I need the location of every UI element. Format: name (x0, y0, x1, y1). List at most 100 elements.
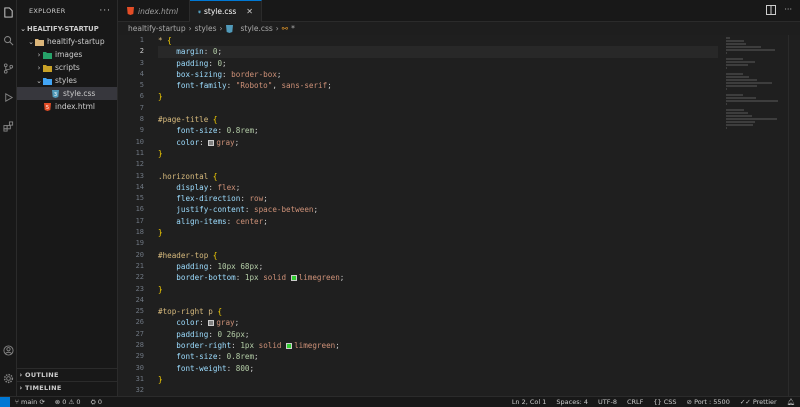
activity-bar (0, 0, 17, 396)
code-line[interactable]: } (158, 91, 718, 102)
problems-indicator[interactable]: ⊗ 0 ⚠ 0 (50, 398, 86, 406)
prettier-status[interactable]: ✓✓ Prettier (735, 398, 782, 406)
breadcrumb-folder[interactable]: styles (195, 24, 217, 33)
encoding[interactable]: UTF-8 (593, 398, 622, 406)
color-swatch[interactable] (208, 139, 215, 146)
code-line[interactable] (158, 159, 718, 170)
tree-item-style-css[interactable]: 3 style.css (17, 87, 117, 100)
minimap[interactable] (726, 37, 786, 129)
code-line[interactable]: padding: 0; (158, 58, 718, 69)
breadcrumb-symbol[interactable]: * (291, 24, 295, 33)
code-line[interactable]: * { (158, 35, 718, 46)
code-line[interactable]: padding: 10px 68px; (158, 261, 718, 272)
code-line[interactable]: #header-top { (158, 250, 718, 261)
extensions-icon[interactable] (2, 120, 15, 133)
tree-item-healtify-startup[interactable]: ⌄ healtify-startup (17, 35, 117, 48)
split-editor-icon[interactable] (766, 5, 777, 15)
code-line[interactable] (158, 103, 718, 114)
code-line[interactable]: padding: 0 26px; (158, 329, 718, 340)
tree-item-scripts[interactable]: › scripts (17, 61, 117, 74)
code-line[interactable]: .horizontal { (158, 171, 718, 182)
code-line[interactable] (158, 295, 718, 306)
code-token: 0.8rem (226, 126, 255, 136)
code-line[interactable]: box-sizing: border-box; (158, 69, 718, 80)
remote-indicator[interactable] (0, 396, 10, 407)
line-number: 29 (135, 352, 144, 361)
color-swatch[interactable] (286, 343, 293, 350)
tab-style-css[interactable]: style.css ✕ (190, 0, 262, 22)
code-token: } (158, 92, 163, 102)
notifications-bell-icon[interactable]: 🔔︎ (782, 398, 800, 406)
code-line[interactable]: display: flex; (158, 182, 718, 193)
code-line[interactable]: } (158, 227, 718, 238)
minimap-line (726, 79, 758, 81)
timeline-section[interactable]: › TIMELINE (17, 381, 118, 394)
source-control-icon[interactable] (2, 62, 15, 75)
line-number: 18 (135, 228, 144, 237)
code-line[interactable]: color: gray; (158, 317, 718, 328)
ports-indicator[interactable]: ⛭ 0 (86, 398, 107, 407)
code-line[interactable]: #page-title { (158, 114, 718, 125)
more-actions-icon[interactable]: ··· (784, 5, 792, 15)
code-token: flex-direction (176, 194, 241, 204)
code-line[interactable] (158, 385, 718, 396)
breadcrumb-folder[interactable]: healtify-startup (128, 24, 186, 33)
code-token: 0 26px (217, 329, 245, 339)
code-token: "Roboto" (235, 81, 273, 91)
code-line[interactable]: margin: 0; (158, 46, 718, 58)
code-line[interactable]: justify-content: space-between; (158, 204, 718, 215)
chevron-right-icon: › (19, 371, 23, 379)
color-swatch[interactable] (208, 320, 215, 327)
indentation[interactable]: Spaces: 4 (551, 398, 593, 406)
code-area[interactable]: * { margin: 0; padding: 0; box-sizing: b… (158, 35, 718, 397)
close-tab-icon[interactable]: ✕ (246, 7, 253, 16)
html-file-icon: 5 (44, 102, 51, 111)
code-line[interactable]: } (158, 284, 718, 295)
more-actions-icon[interactable]: ··· (99, 6, 111, 16)
code-token: padding (176, 261, 209, 271)
line-number: 5 (139, 81, 144, 90)
tab-index-html[interactable]: index.html (118, 0, 190, 22)
code-line[interactable]: font-size: 0.8rem; (158, 125, 718, 136)
workspace-root[interactable]: ⌄ HEALTIFY-STARTUP (17, 22, 117, 35)
code-editor[interactable]: 1 2 3 4 5 6 7 8 9 10 11 12 13 14 15 16 17 18 19 20 21 22 23 24 2… (118, 35, 800, 396)
line-number: 21 (135, 261, 144, 270)
code-line[interactable]: font-family: "Roboto", sans-serif; (158, 80, 718, 91)
code-line[interactable]: border-right: 1px solid limegreen; (158, 340, 718, 351)
vertical-scrollbar[interactable] (788, 35, 800, 396)
tree-item-styles[interactable]: ⌄ styles (17, 74, 117, 87)
code-line[interactable]: font-size: 0.8rem; (158, 351, 718, 362)
code-line[interactable]: border-bottom: 1px solid limegreen; (158, 272, 718, 283)
run-debug-icon[interactable] (2, 91, 15, 104)
live-server-port[interactable]: ⊘ Port : 5500 (682, 398, 735, 406)
language-mode[interactable]: {} CSS (648, 398, 681, 406)
color-swatch[interactable] (290, 275, 297, 282)
line-number: 10 (135, 137, 144, 146)
code-line[interactable]: } (158, 148, 718, 159)
tree-item-images[interactable]: › images (17, 48, 117, 61)
code-line[interactable]: align-items: center; (158, 216, 718, 227)
warning-icon: ⚠ (68, 398, 75, 406)
outline-section[interactable]: › OUTLINE (17, 368, 118, 381)
code-line[interactable]: } (158, 374, 718, 385)
branch-indicator[interactable]: ⑂ main ⟳ (10, 398, 50, 406)
code-line[interactable]: font-weight: 800; (158, 363, 718, 374)
explorer-files-icon[interactable] (2, 6, 15, 19)
folder-open-icon (35, 38, 44, 46)
cursor-position[interactable]: Ln 2, Col 1 (507, 398, 552, 406)
account-icon[interactable] (2, 344, 15, 357)
minimap-line (726, 124, 754, 126)
end-of-line[interactable]: CRLF (622, 398, 648, 406)
code-line[interactable]: flex-direction: row; (158, 193, 718, 204)
search-icon[interactable] (2, 34, 15, 47)
settings-gear-icon[interactable] (2, 372, 15, 385)
line-number: 16 (135, 205, 144, 214)
code-token: ; (276, 69, 282, 79)
breadcrumb-file[interactable]: style.css (240, 24, 272, 33)
tree-item-index-html[interactable]: 5 index.html (17, 100, 117, 113)
code-token: ; (234, 137, 240, 147)
code-line[interactable] (158, 238, 718, 249)
code-line[interactable]: #top-right p { (158, 306, 718, 317)
code-line[interactable]: color: gray; (158, 137, 718, 148)
